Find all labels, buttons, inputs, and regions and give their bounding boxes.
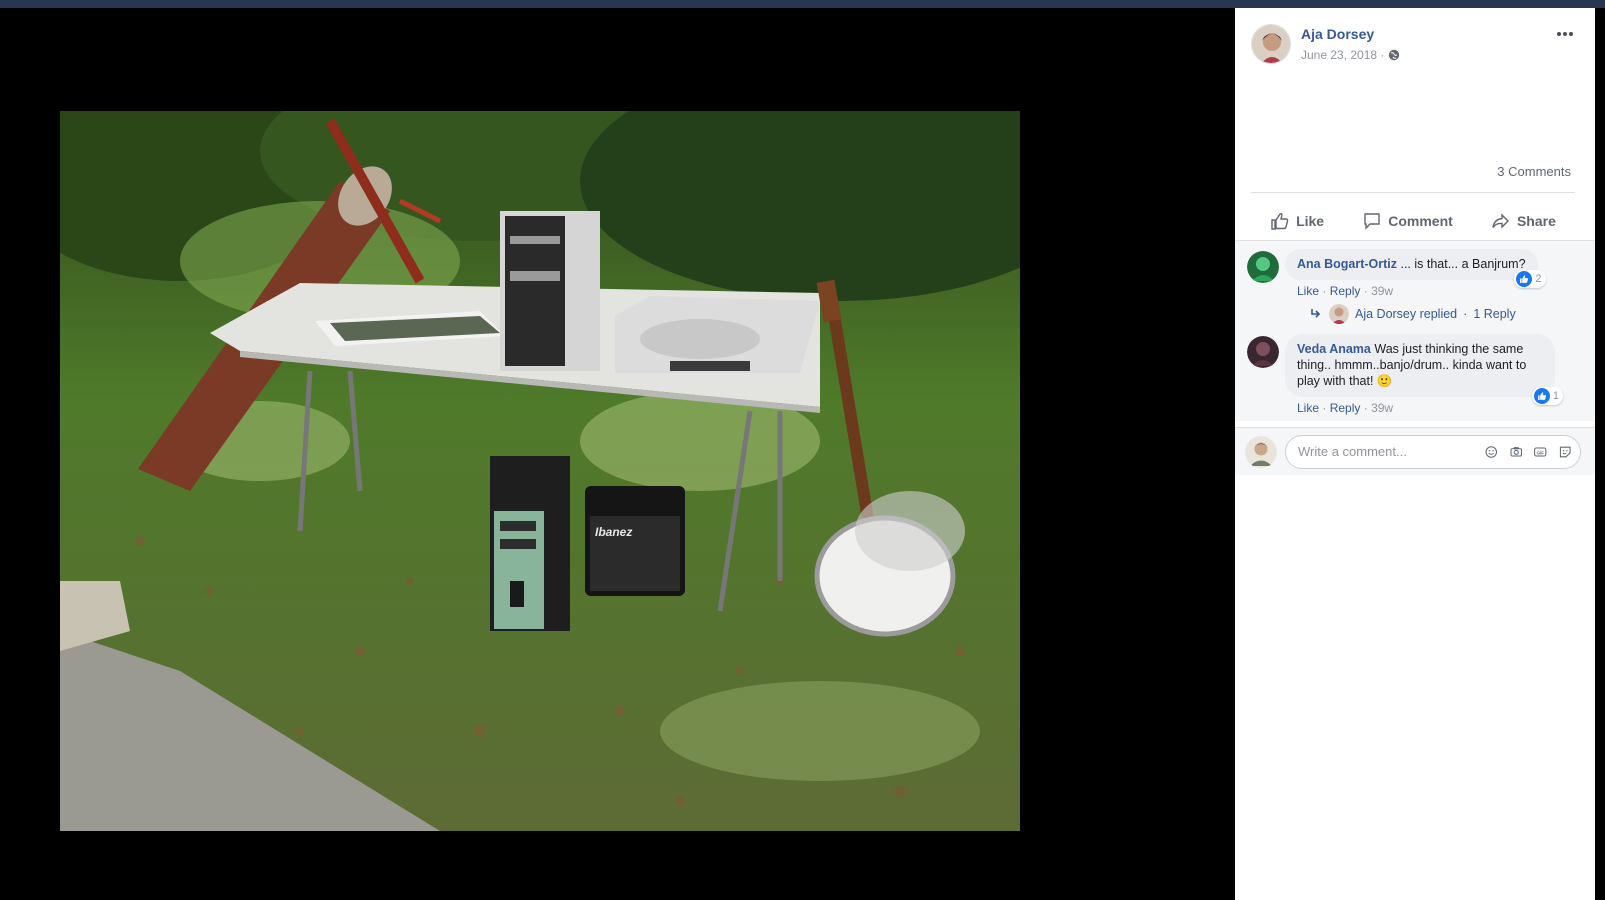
comment-count-link[interactable]: 3 Comments [1497, 164, 1571, 179]
post-actions: Like Comment Share [1251, 201, 1575, 241]
author-name[interactable]: Aja Dorsey [1301, 26, 1374, 42]
reaction-badge[interactable]: 2 [1514, 270, 1546, 288]
write-comment-row: GIF [1235, 427, 1595, 475]
comment-reply-link[interactable]: Reply [1330, 401, 1361, 415]
svg-text:GIF: GIF [1537, 450, 1545, 455]
reaction-badge[interactable]: 1 [1531, 387, 1563, 405]
comment-input-box: GIF [1285, 434, 1581, 469]
commenter-avatar[interactable] [1247, 251, 1279, 283]
author-photo [1252, 25, 1290, 63]
like-reaction-icon [1516, 271, 1533, 287]
comment-button[interactable]: Comment [1362, 211, 1453, 231]
separator: · [1363, 401, 1368, 415]
divider [1251, 192, 1575, 193]
post-side-panel: Aja Dorsey June 23, 2018 · 3 Comments Li… [1235, 8, 1595, 900]
share-button[interactable]: Share [1491, 211, 1556, 231]
speech-bubble-icon [1364, 213, 1380, 230]
comment-age[interactable]: 39w [1371, 401, 1393, 415]
comment-meta: Like · Reply · 39w [1297, 401, 1555, 415]
photo-viewer: Ibanez [0, 8, 1235, 900]
globe-icon [1389, 49, 1400, 61]
post-header: Aja Dorsey June 23, 2018 · [1235, 8, 1595, 158]
comment-label: Comment [1388, 213, 1453, 229]
camera-icon[interactable] [1509, 443, 1524, 461]
reply-arrow-icon [1311, 309, 1321, 318]
comment-reply-link[interactable]: Reply [1330, 284, 1361, 298]
more-options-button[interactable] [1555, 26, 1575, 42]
current-user-avatar [1245, 435, 1277, 468]
smiley-icon[interactable] [1484, 443, 1499, 461]
ellipsis-icon [1557, 32, 1573, 36]
comment-like-link[interactable]: Like [1297, 284, 1319, 298]
replier-text: Aja Dorsey replied [1355, 307, 1458, 321]
separator: · [1463, 307, 1468, 321]
comment-like-link[interactable]: Like [1297, 401, 1319, 415]
comment-item: Veda Anama Was just thinking the same th… [1247, 334, 1583, 415]
comment-text: ... is that... a Banjrum? [1397, 257, 1526, 271]
reply-count: 1 Reply [1473, 307, 1516, 321]
sticker-icon[interactable] [1558, 443, 1573, 461]
yard-sale-photo: Ibanez [60, 111, 1020, 831]
reaction-count: 1 [1552, 390, 1559, 402]
like-button[interactable]: Like [1270, 211, 1324, 231]
commenter-name[interactable]: Ana Bogart-Ortiz [1297, 257, 1397, 271]
comments-section: Ana Bogart-Ortiz ... is that... a Banjru… [1235, 240, 1595, 421]
post-date[interactable]: June 23, 2018 · [1301, 48, 1400, 62]
top-navigation-bar [0, 0, 1605, 8]
comment-meta: Like · Reply · 39w [1297, 284, 1538, 298]
comment-input[interactable] [1298, 444, 1474, 459]
view-replies-link[interactable]: Aja Dorsey replied · 1 Reply [1309, 304, 1583, 324]
separator: · [1322, 284, 1327, 298]
thumbs-up-icon [1271, 212, 1289, 230]
share-arrow-icon [1492, 213, 1509, 229]
comment-bubble: Ana Bogart-Ortiz ... is that... a Banjru… [1285, 249, 1546, 288]
share-label: Share [1516, 213, 1556, 229]
gif-icon[interactable]: GIF [1533, 443, 1548, 461]
commenter-name[interactable]: Veda Anama [1297, 342, 1371, 356]
comment-item: Ana Bogart-Ortiz ... is that... a Banjru… [1247, 249, 1583, 298]
separator: · [1322, 401, 1327, 415]
post-date-text[interactable]: June 23, 2018 · [1301, 48, 1384, 62]
comment-bubble: Veda Anama Was just thinking the same th… [1285, 334, 1563, 405]
post-photo: Ibanez [60, 111, 1020, 831]
like-reaction-icon [1533, 388, 1550, 404]
replier-avatar [1329, 304, 1349, 324]
separator: · [1363, 284, 1368, 298]
svg-text:Ibanez: Ibanez [595, 525, 632, 539]
commenter-avatar[interactable] [1247, 336, 1279, 368]
reaction-count: 2 [1535, 273, 1542, 285]
like-label: Like [1296, 213, 1325, 229]
author-avatar[interactable] [1251, 24, 1291, 64]
comment-age[interactable]: 39w [1371, 284, 1393, 298]
